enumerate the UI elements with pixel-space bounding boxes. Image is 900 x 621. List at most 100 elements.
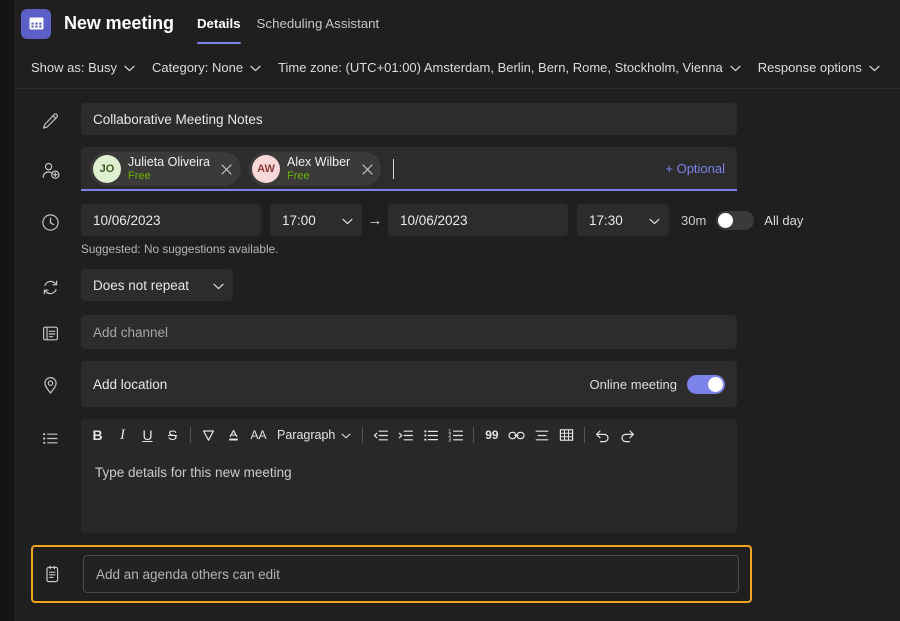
chevron-down-icon [250, 60, 261, 75]
tab-list: Details Scheduling Assistant [189, 0, 387, 47]
category-dropdown[interactable]: Category: None [152, 60, 261, 75]
close-icon[interactable] [217, 159, 237, 179]
page-title: New meeting [64, 13, 174, 33]
quote-icon[interactable]: 99 [479, 423, 504, 448]
close-icon[interactable] [357, 159, 377, 179]
attendee-availability: Free [286, 170, 310, 183]
chevron-down-icon [649, 213, 660, 228]
chevron-down-icon [342, 213, 353, 228]
add-person-icon [31, 147, 81, 181]
avatar: JO [93, 155, 121, 183]
decrease-indent-icon[interactable] [368, 423, 393, 448]
svg-text:3: 3 [448, 437, 451, 442]
font-color-icon[interactable] [221, 423, 246, 448]
chevron-down-icon [124, 60, 135, 75]
meeting-form: Collaborative Meeting Notes JO Julieta O… [14, 89, 900, 621]
details-editor: B I U S AA Paragraph 1 2 3 99 Type detai… [81, 419, 737, 533]
meeting-title-input[interactable]: Collaborative Meeting Notes [81, 103, 737, 135]
undo-icon[interactable] [590, 423, 615, 448]
location-field[interactable]: Add location Online meeting [81, 361, 737, 407]
agenda-row-highlighted: Add an agenda others can edit [31, 545, 752, 603]
start-time-dropdown[interactable]: 17:00 [270, 204, 362, 236]
chevron-down-icon [213, 278, 224, 293]
response-options-dropdown[interactable]: Response options [758, 60, 880, 75]
time-zone-dropdown[interactable]: Time zone: (UTC+01:00) Amsterdam, Berlin… [278, 60, 741, 75]
paragraph-style-dropdown[interactable]: Paragraph [271, 423, 357, 448]
redo-icon[interactable] [615, 423, 640, 448]
add-location-input[interactable]: Add location [93, 377, 167, 392]
add-optional-attendees-link[interactable]: + Optional [665, 161, 725, 176]
highlight-icon[interactable] [196, 423, 221, 448]
attendee-availability: Free [128, 170, 151, 183]
window-header: New meeting Details Scheduling Assistant [14, 0, 900, 47]
end-date-input[interactable]: 10/06/2023 [388, 204, 568, 236]
avatar: AW [251, 155, 280, 183]
attendee-pill[interactable]: JO Julieta Oliveira Free [90, 152, 241, 186]
link-icon[interactable] [504, 423, 529, 448]
toolbar-divider [190, 427, 191, 443]
tab-details[interactable]: Details [189, 0, 249, 47]
table-icon[interactable] [554, 423, 579, 448]
location-row: Add location Online meeting [14, 361, 900, 407]
show-as-label: Show as: Busy [31, 60, 117, 75]
category-label: Category: None [152, 60, 244, 75]
channel-icon [31, 315, 81, 343]
pencil-icon [31, 103, 81, 131]
tab-scheduling-assistant[interactable]: Scheduling Assistant [249, 0, 388, 47]
focus-underline [81, 189, 737, 191]
online-meeting-label: Online meeting [589, 376, 677, 392]
calendar-icon [21, 8, 51, 39]
response-options-label: Response options [757, 60, 862, 75]
add-channel-input[interactable]: Add channel [81, 315, 737, 349]
toolbar-divider [473, 427, 475, 443]
start-date-input[interactable]: 10/06/2023 [81, 204, 261, 236]
toolbar-divider [584, 427, 586, 443]
title-row: Collaborative Meeting Notes [14, 103, 900, 135]
location-pin-icon [31, 361, 81, 395]
bold-icon[interactable]: B [85, 423, 110, 448]
underline-icon[interactable]: U [135, 423, 160, 448]
end-time-value: 17:30 [589, 212, 623, 228]
arrow-right-icon: → [367, 211, 383, 229]
increase-indent-icon[interactable] [393, 423, 418, 448]
chevron-down-icon [730, 60, 741, 75]
all-day-toggle[interactable] [716, 210, 755, 230]
font-size-icon[interactable]: AA [246, 423, 271, 448]
online-meeting-toggle[interactable] [687, 374, 725, 394]
duration-label: 30m [681, 212, 707, 228]
show-as-dropdown[interactable]: Show as: Busy [31, 60, 135, 75]
attendee-pill[interactable]: AW Alex Wilber Free [248, 152, 382, 186]
datetime-row: 10/06/2023 17:00 → 10/06/2023 17:30 30m [14, 204, 900, 236]
attendee-name: Alex Wilber [286, 154, 351, 169]
recurrence-value: Does not repeat [93, 277, 190, 293]
online-meeting-control: Online meeting [589, 374, 725, 394]
toggle-knob [718, 212, 734, 228]
chevron-down-icon [869, 60, 880, 75]
attendees-row: JO Julieta Oliveira Free AW Alex Wilber [14, 147, 900, 191]
align-icon[interactable] [529, 423, 554, 448]
bulleted-list-icon[interactable] [418, 423, 443, 448]
agenda-input[interactable]: Add an agenda others can edit [83, 555, 739, 593]
clock-icon [31, 204, 81, 232]
numbered-list-icon[interactable]: 1 2 3 [443, 423, 468, 448]
meeting-options-bar: Show as: Busy Category: None Time zone: … [14, 47, 900, 89]
italic-icon[interactable]: I [110, 423, 135, 448]
end-time-dropdown[interactable]: 17:30 [577, 204, 669, 236]
channel-row: Add channel [14, 315, 900, 349]
details-input[interactable]: Type details for this new meeting [81, 451, 737, 533]
strikethrough-icon[interactable]: S [160, 423, 185, 448]
list-icon [31, 419, 81, 448]
datetime-controls: 10/06/2023 17:00 → 10/06/2023 17:30 30m [81, 204, 803, 236]
start-time-value: 17:00 [282, 212, 316, 228]
recurrence-dropdown[interactable]: Does not repeat [81, 269, 233, 301]
recurrence-row: Does not repeat [14, 269, 900, 301]
toggle-knob [708, 376, 723, 392]
required-attendees-input[interactable]: JO Julieta Oliveira Free AW Alex Wilber [81, 147, 737, 191]
attendee-name: Julieta Oliveira [128, 154, 210, 169]
attendee-text: Julieta Oliveira Free [128, 154, 210, 183]
chevron-down-icon [341, 428, 351, 442]
repeat-icon [31, 269, 81, 297]
text-caret [393, 159, 395, 179]
time-zone-label: Time zone: (UTC+01:00) Amsterdam, Berlin… [278, 60, 723, 75]
details-row: B I U S AA Paragraph 1 2 3 99 Type detai… [14, 419, 900, 533]
